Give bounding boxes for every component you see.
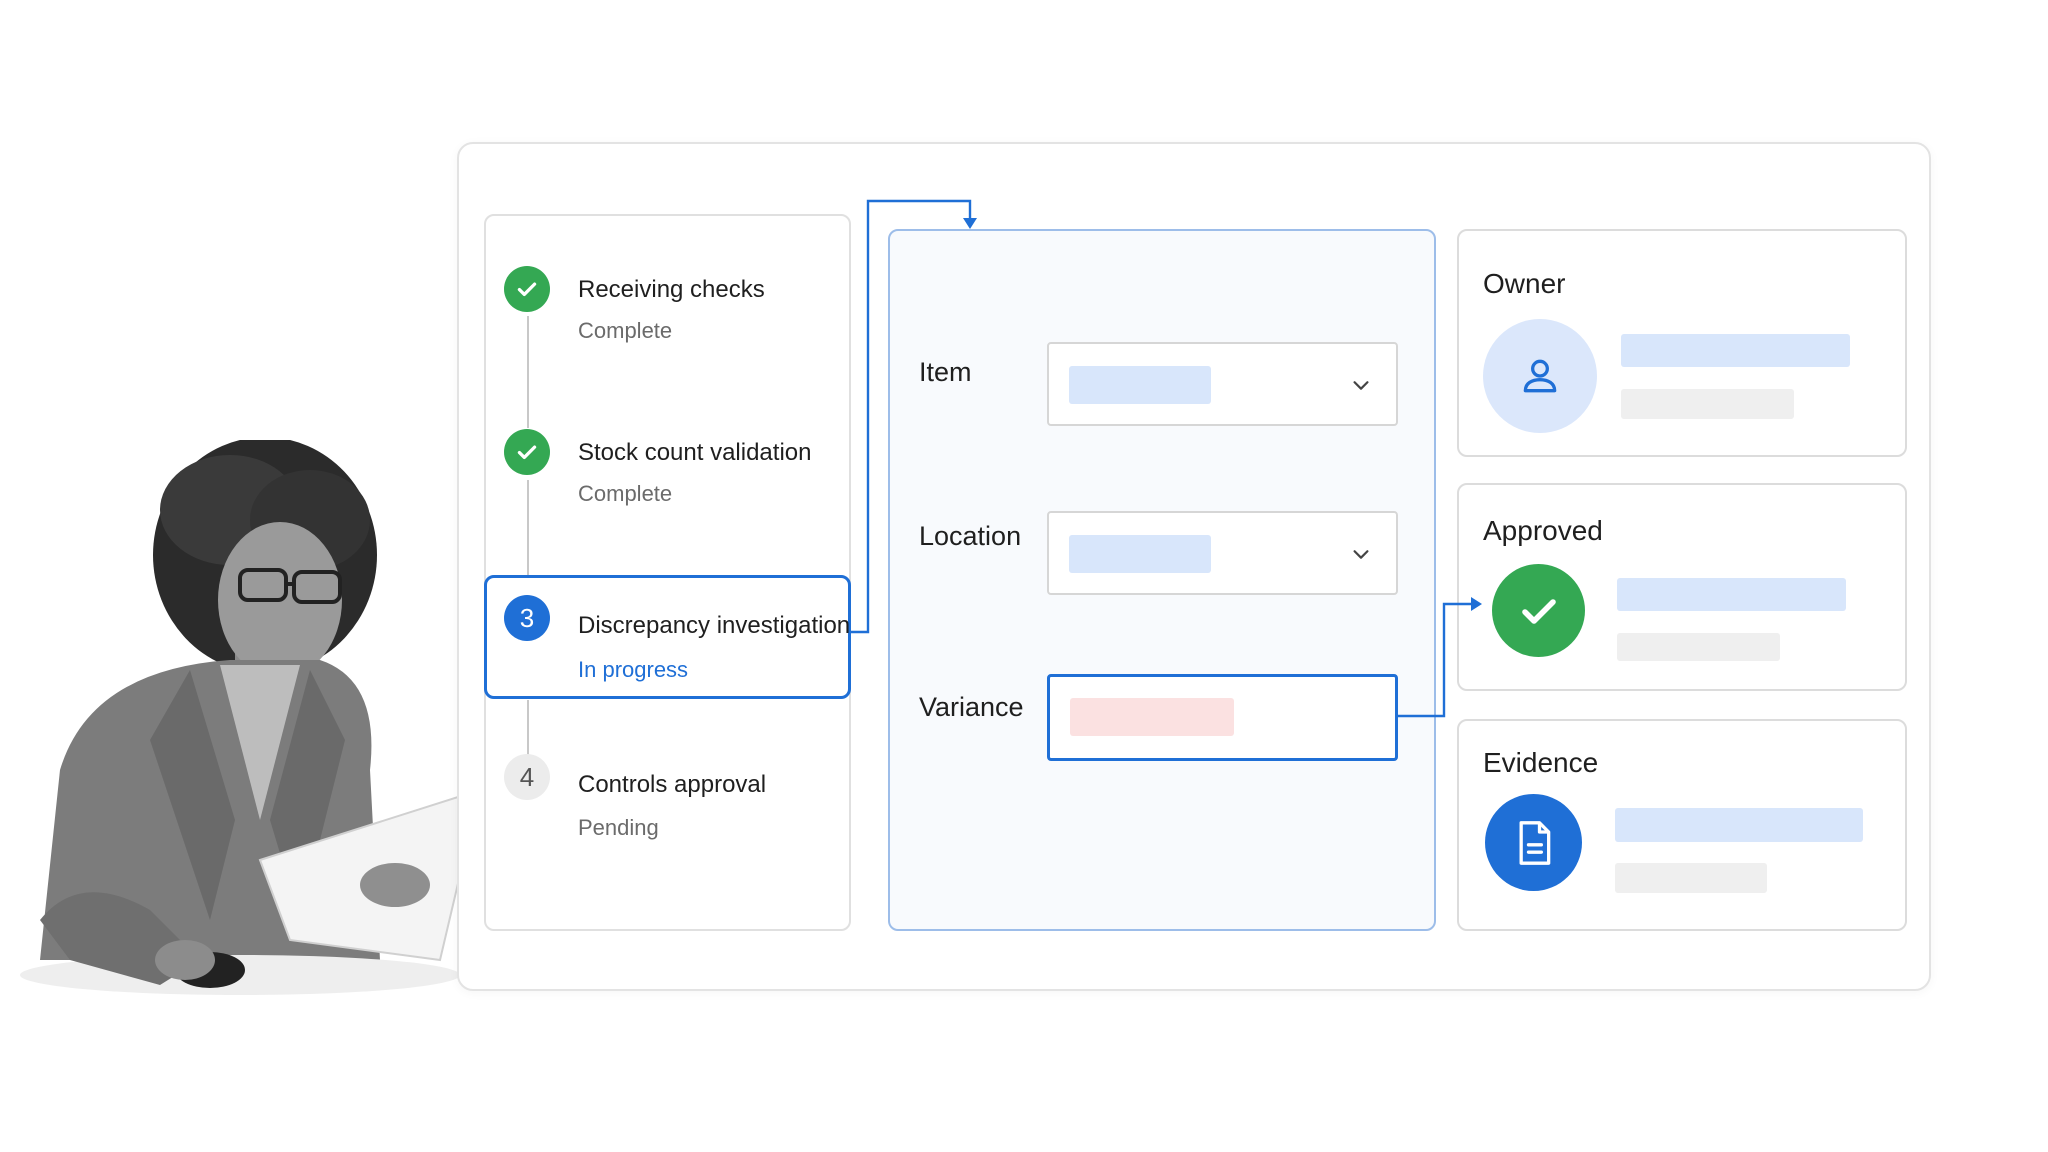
user-icon (1523, 359, 1557, 393)
approved-badge (1492, 564, 1585, 657)
step-title: Discrepancy investigation (578, 612, 851, 639)
item-select[interactable] (1047, 342, 1398, 426)
step-title: Receiving checks (578, 276, 765, 303)
evidence-attachment[interactable] (1485, 794, 1582, 891)
step-number-badge: 4 (504, 754, 550, 800)
approved-title: Approved (1483, 515, 1603, 546)
variance-value-placeholder (1070, 698, 1234, 736)
check-icon (504, 266, 550, 312)
location-label: Location (919, 521, 1022, 551)
variance-label: Variance (919, 692, 1024, 722)
step-status: Complete (578, 481, 673, 506)
person-illustration (20, 440, 482, 995)
owner-detail-placeholder (1621, 389, 1794, 419)
step-receiving-checks[interactable]: Receiving checks Complete (484, 214, 851, 343)
variance-field[interactable] (1047, 674, 1398, 761)
approver-placeholder (1617, 578, 1846, 611)
step-status: In progress (578, 657, 689, 682)
location-select[interactable] (1047, 511, 1398, 595)
item-label: Item (919, 357, 972, 387)
owner-card: Owner (1457, 229, 1907, 457)
stage: Receiving checks Complete Stock count va… (0, 0, 2048, 1152)
owner-title: Owner (1483, 268, 1566, 299)
approval-detail-placeholder (1617, 633, 1780, 661)
owner-avatar[interactable] (1483, 319, 1597, 433)
evidence-detail-placeholder (1615, 863, 1767, 893)
document-icon (1519, 820, 1550, 865)
location-value-placeholder (1069, 535, 1211, 573)
step-number: 4 (519, 761, 535, 792)
step-status: Pending (578, 815, 659, 840)
item-value-placeholder (1069, 366, 1211, 404)
check-icon (1521, 598, 1556, 624)
check-icon (504, 429, 550, 475)
evidence-file-placeholder (1615, 808, 1863, 842)
step-number-badge: 3 (504, 595, 550, 641)
step-title: Controls approval (578, 771, 767, 798)
evidence-title: Evidence (1483, 747, 1599, 778)
step-title: Stock count validation (578, 439, 812, 466)
step-stock-count-validation[interactable]: Stock count validation Complete (484, 377, 851, 506)
evidence-card: Evidence (1457, 719, 1907, 931)
step-controls-approval[interactable]: 4 Controls approval Pending (484, 731, 851, 855)
step-status: Complete (578, 318, 673, 343)
chevron-down-icon (1353, 381, 1369, 390)
step-discrepancy-investigation[interactable]: 3 Discrepancy investigation In progress (484, 575, 851, 699)
chevron-down-icon (1353, 550, 1369, 559)
owner-name-placeholder (1621, 334, 1850, 367)
approved-card: Approved (1457, 483, 1907, 691)
step-number: 3 (519, 602, 535, 633)
